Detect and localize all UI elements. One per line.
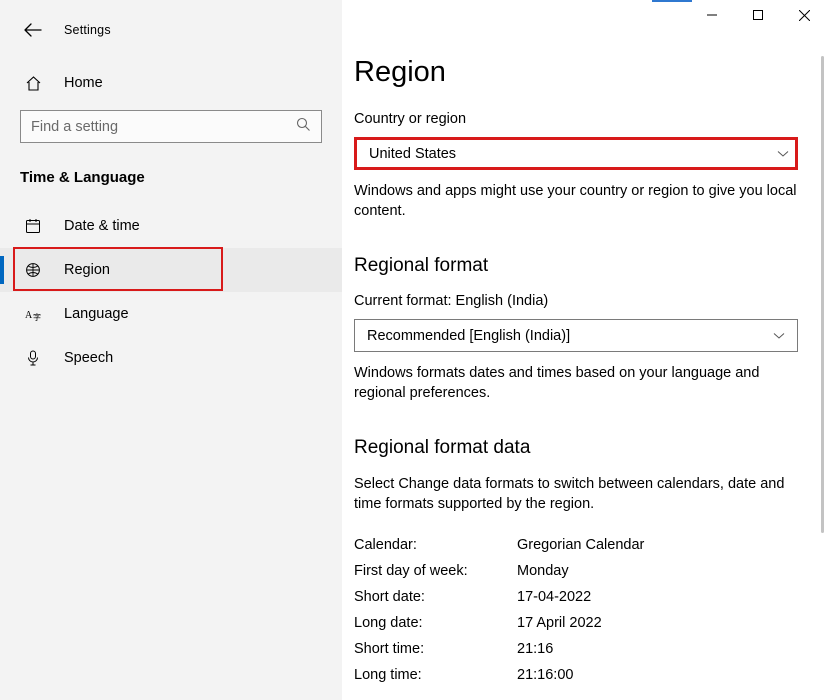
data-row: First day of week:Monday: [354, 558, 803, 584]
scrollbar-thumb[interactable]: [821, 56, 824, 533]
data-row: Calendar:Gregorian Calendar: [354, 532, 803, 558]
regional-format-heading: Regional format: [354, 255, 803, 277]
regional-format-dropdown[interactable]: Recommended [English (India)]: [354, 319, 798, 352]
svg-text:字: 字: [33, 312, 41, 322]
nav-label: Date & time: [64, 218, 140, 234]
search-icon: [296, 117, 311, 136]
close-button[interactable]: [781, 0, 827, 30]
format-data-table: Calendar:Gregorian Calendar First day of…: [354, 532, 803, 688]
nav-item-language[interactable]: A字 Language: [0, 292, 342, 336]
back-button[interactable]: [24, 23, 42, 37]
sidebar-category: Time & Language: [0, 169, 342, 186]
page-title: Region: [354, 56, 803, 89]
language-icon: A字: [24, 307, 42, 322]
svg-text:A: A: [25, 310, 33, 321]
chevron-down-icon: [773, 332, 785, 340]
maximize-button[interactable]: [735, 0, 781, 30]
calendar-icon: [24, 218, 42, 234]
nav-item-date-time[interactable]: Date & time: [0, 204, 342, 248]
country-label: Country or region: [354, 111, 803, 127]
search-input[interactable]: Find a setting: [20, 110, 322, 143]
nav-item-region[interactable]: Region: [0, 248, 342, 292]
regional-format-data-heading: Regional format data: [354, 437, 803, 459]
content-pane: Region Country or region United States W…: [342, 0, 827, 700]
highlight-annotation: United States: [354, 137, 798, 170]
nav-label: Speech: [64, 350, 113, 366]
data-row: Short time:21:16: [354, 636, 803, 662]
scrollbar[interactable]: [819, 56, 825, 700]
country-description: Windows and apps might use your country …: [354, 182, 798, 221]
highlight-annotation: [13, 247, 223, 291]
sidebar: Settings Home Find a setting Time & Lang…: [0, 0, 342, 700]
country-dropdown[interactable]: United States: [357, 140, 801, 167]
regional-format-description: Windows formats dates and times based on…: [354, 364, 798, 403]
nav-home-label: Home: [64, 75, 103, 91]
search-placeholder: Find a setting: [31, 119, 118, 135]
dropdown-value: United States: [369, 146, 456, 162]
nav-home[interactable]: Home: [0, 62, 342, 104]
nav-item-speech[interactable]: Speech: [0, 336, 342, 380]
data-row: Long date:17 April 2022: [354, 610, 803, 636]
globe-icon: [24, 262, 42, 278]
window-controls: [689, 0, 827, 30]
data-row: Short date:17-04-2022: [354, 584, 803, 610]
current-format-label: Current format: English (India): [354, 293, 803, 309]
dropdown-value: Recommended [English (India)]: [367, 328, 570, 344]
regional-format-data-description: Select Change data formats to switch bet…: [354, 475, 798, 514]
window-title: Settings: [64, 23, 111, 37]
home-icon: [24, 75, 42, 92]
nav-label: Region: [64, 262, 110, 278]
nav-label: Language: [64, 306, 129, 322]
minimize-button[interactable]: [689, 0, 735, 30]
chevron-down-icon: [777, 150, 789, 158]
data-row: Long time:21:16:00: [354, 662, 803, 688]
microphone-icon: [24, 350, 42, 367]
